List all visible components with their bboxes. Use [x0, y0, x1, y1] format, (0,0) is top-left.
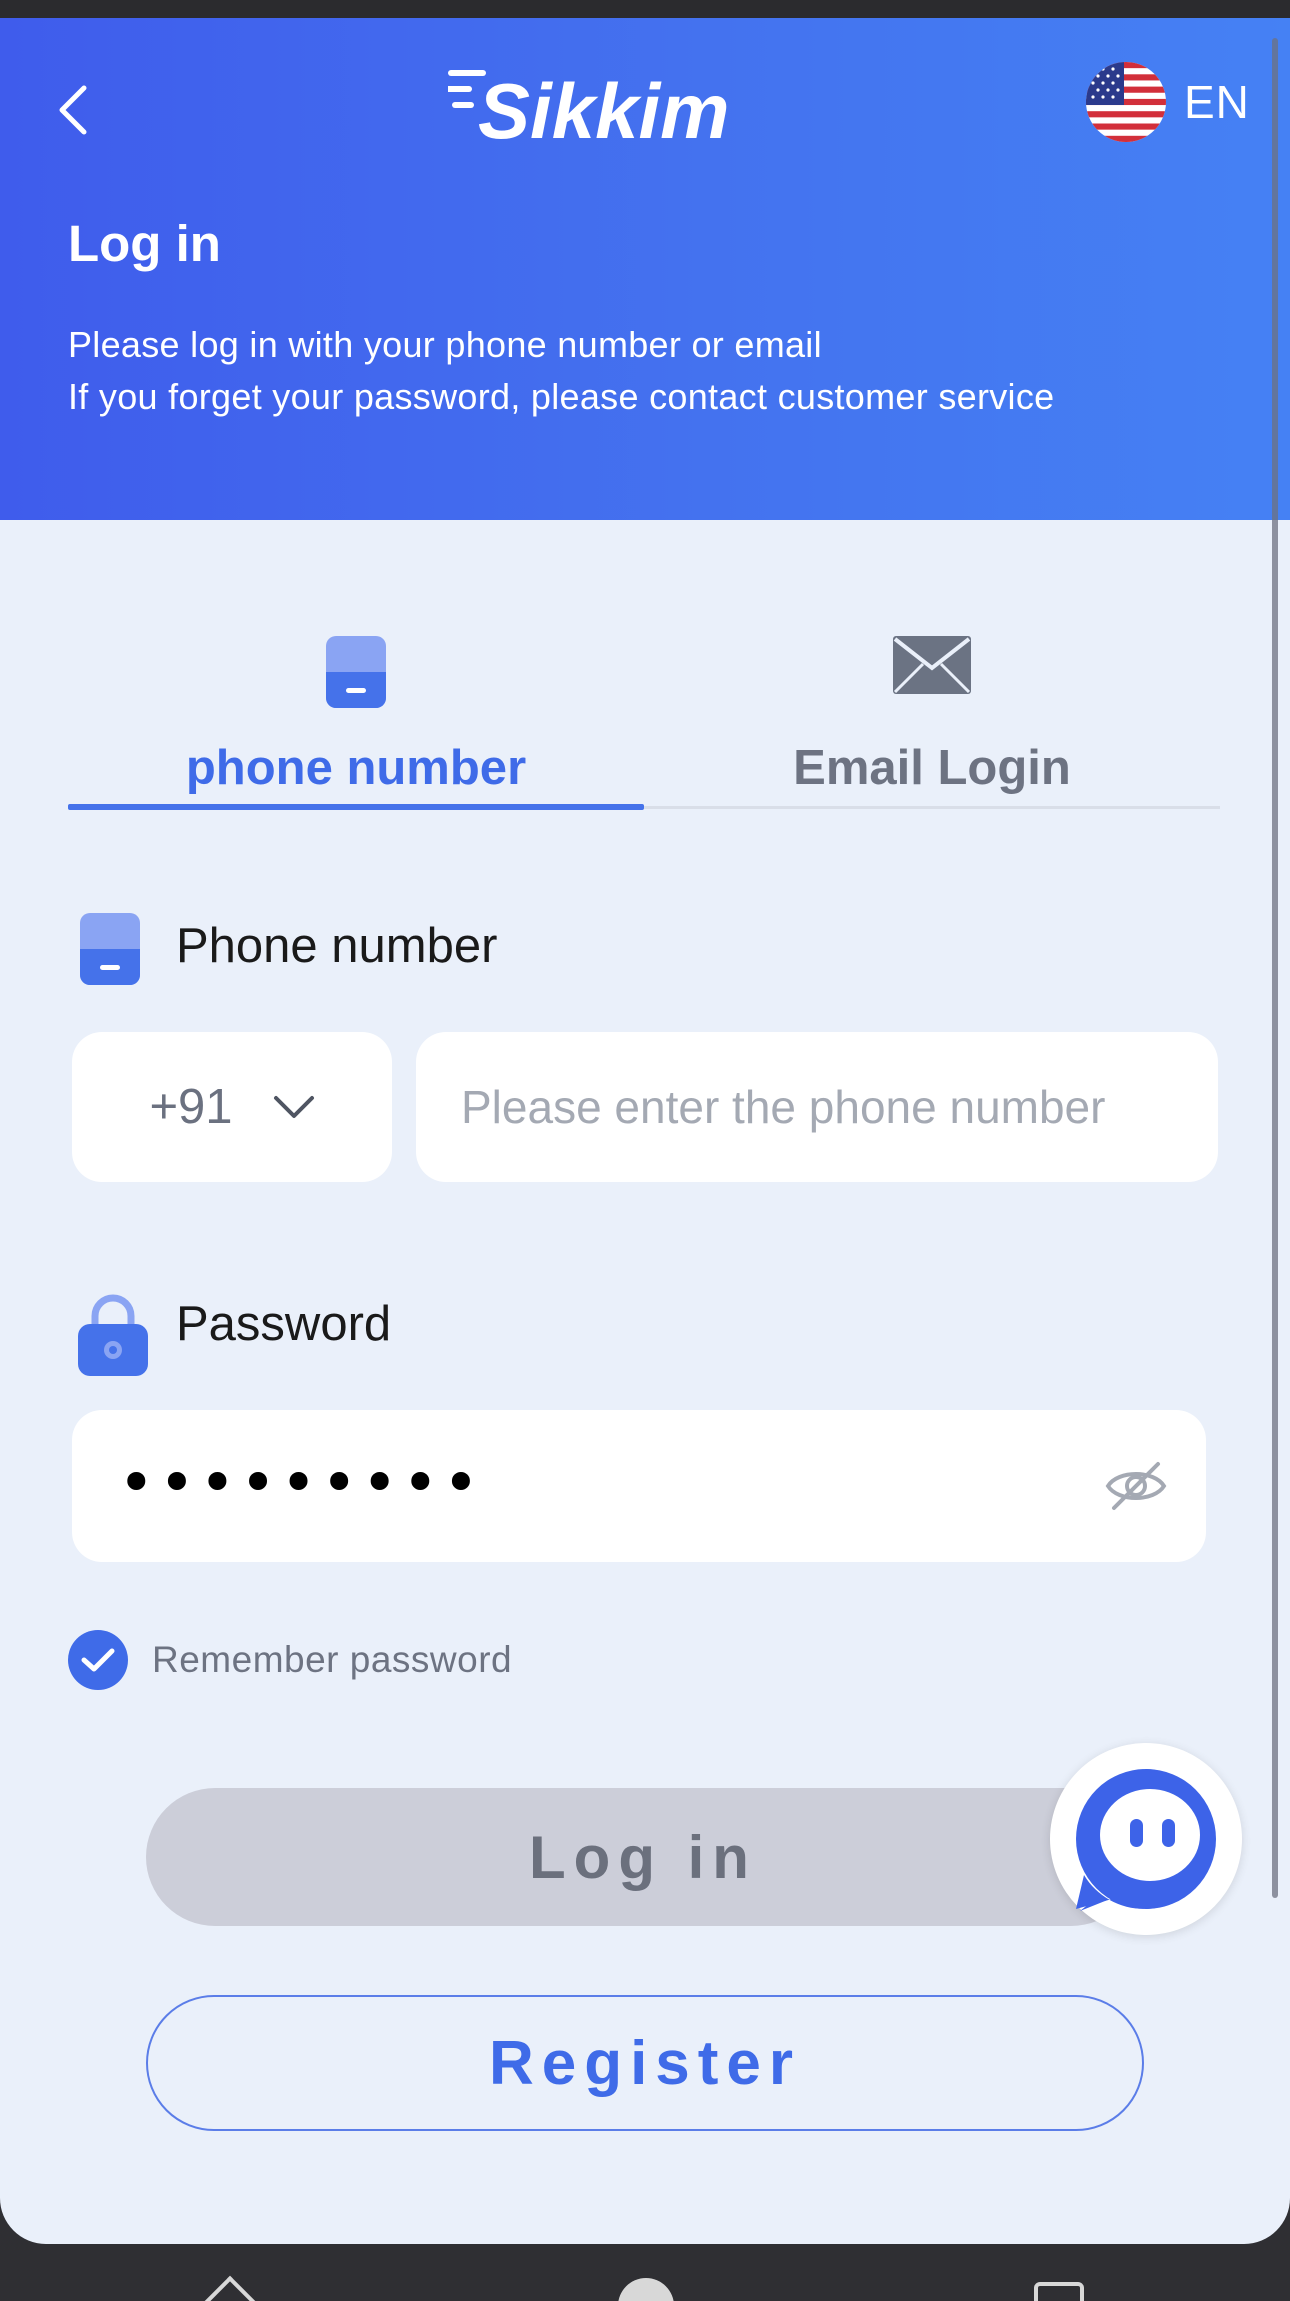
- chevron-down-icon: [273, 1096, 314, 1118]
- language-selector[interactable]: EN: [1086, 60, 1250, 144]
- remember-password-label: Remember password: [152, 1639, 513, 1680]
- tab-active-indicator: [68, 804, 644, 810]
- country-code-select[interactable]: +91: [72, 1032, 392, 1182]
- eye-off-icon[interactable]: [1104, 1454, 1168, 1518]
- sikkim-logo: Sikkim: [448, 67, 729, 155]
- country-code-value: +91: [149, 1080, 233, 1134]
- password-label: Password: [176, 1297, 392, 1351]
- header: Sikkim EN Log in Please log in with your…: [0, 18, 1290, 520]
- tab-label: Email Login: [793, 741, 1071, 795]
- chevron-left-icon: [59, 85, 87, 135]
- language-code: EN: [1184, 76, 1250, 128]
- us-flag-icon: [1086, 62, 1166, 142]
- chat-bubble-icon: [1076, 1769, 1216, 1911]
- mail-icon: [893, 636, 971, 694]
- password-input[interactable]: •••••••••: [72, 1410, 1206, 1562]
- register-button[interactable]: Register: [146, 1995, 1144, 2131]
- page-title: Log in: [68, 215, 221, 272]
- svg-text:Sikkim: Sikkim: [478, 67, 729, 155]
- phone-number-input[interactable]: [416, 1032, 1218, 1182]
- login-button[interactable]: Log in: [146, 1788, 1140, 1926]
- subtitle-line-2: If you forget your password, please cont…: [68, 376, 1055, 417]
- app-screen: Sikkim EN Log in Please log in with your…: [0, 18, 1290, 2244]
- tab-divider: [644, 806, 1220, 809]
- status-strip: [0, 0, 1290, 18]
- tab-label: phone number: [185, 741, 527, 795]
- phone-icon: [326, 636, 386, 708]
- back-button[interactable]: [52, 78, 96, 142]
- phone-icon: [80, 913, 140, 985]
- customer-service-button[interactable]: [1050, 1743, 1242, 1935]
- phone-number-label: Phone number: [176, 919, 498, 973]
- remember-password-checkbox[interactable]: Remember password: [68, 1630, 512, 1690]
- checkmark-icon: [68, 1630, 128, 1690]
- lock-icon: [78, 1294, 148, 1376]
- password-value: •••••••••: [118, 1446, 484, 1519]
- scrollbar[interactable]: [1272, 38, 1278, 1898]
- tab-phone-number[interactable]: phone number: [68, 608, 644, 830]
- subtitle-line-1: Please log in with your phone number or …: [68, 324, 822, 365]
- tab-email-login[interactable]: Email Login: [644, 608, 1220, 830]
- nav-recents-icon[interactable]: [1034, 2282, 1084, 2301]
